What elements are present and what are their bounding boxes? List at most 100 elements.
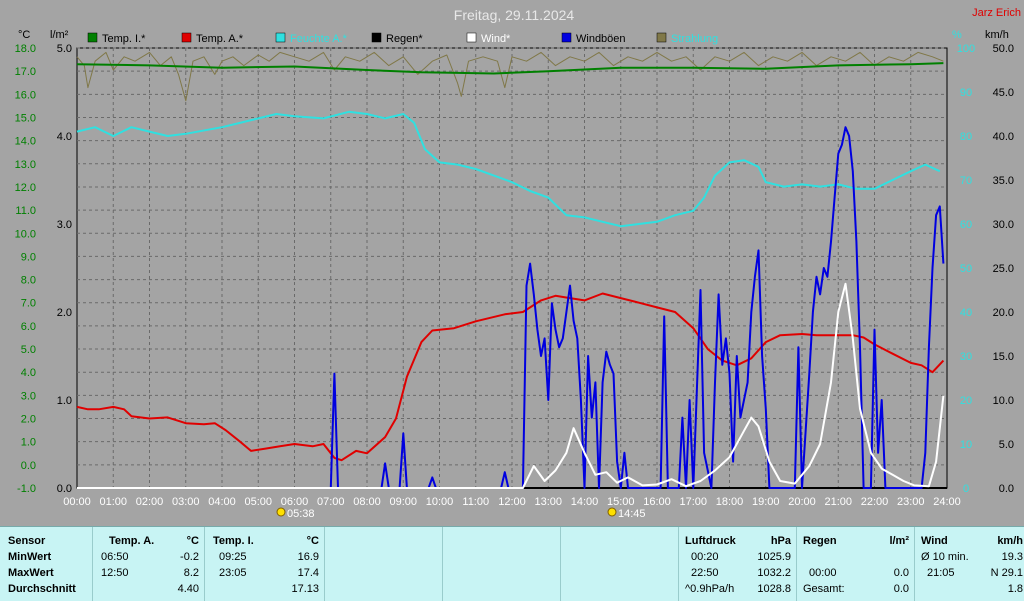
rain-tick-label: 5.0	[57, 43, 72, 55]
time-tick-label: 08:00	[353, 496, 381, 508]
time-tick-label: 17:00	[679, 496, 707, 508]
legend: Temp. I.* Temp. A.* Feuchte A.* Regen* Wind*…	[87, 32, 718, 45]
sunset-icon	[607, 507, 617, 517]
rain-tick-label: 2.0	[57, 307, 72, 319]
sunrise-icon	[276, 507, 286, 517]
temp-tick-label: 9.0	[21, 251, 36, 263]
humidity-tick-label: 80	[960, 131, 972, 143]
time-tick-label: 06:00	[281, 496, 309, 508]
wind-tick-label: 50.0	[993, 43, 1014, 55]
temp-tick-label: 16.0	[15, 89, 36, 101]
temp-tick-label: 4.0	[21, 367, 36, 379]
wind-tick-label: 40.0	[993, 131, 1014, 143]
temp-tick-label: 12.0	[15, 182, 36, 194]
time-tick-label: 21:00	[824, 496, 852, 508]
legend-swatch	[87, 32, 98, 43]
humidity-tick-label: 90	[960, 87, 972, 99]
rain-total: 0.0	[893, 583, 909, 595]
temp-tick-label: 6.0	[21, 321, 36, 333]
temp-a-unit: °C	[186, 535, 199, 547]
temp-i-header: Temp. I.	[213, 535, 254, 547]
temp-tick-label: 7.0	[21, 298, 36, 310]
humidity-tick-label: 10	[960, 439, 972, 451]
pressure-header: Luftdruck	[685, 535, 736, 547]
temp-axis-unit: °C	[18, 29, 30, 41]
wind-avg10-label: Ø 10 min.	[921, 551, 969, 563]
legend-swatch	[371, 32, 382, 43]
legend-label: Wind*	[481, 33, 511, 45]
time-tick-label: 24:00	[933, 496, 961, 508]
wind-column: Wind km/h Ø 10 min. 19.3 21:05 N 29.1 1.…	[914, 527, 1024, 601]
time-tick-label: 22:00	[861, 496, 889, 508]
humidity-tick-label: 40	[960, 307, 972, 319]
pressure-unit: hPa	[770, 535, 791, 547]
empty-column-1	[324, 527, 443, 601]
legend-swatch	[656, 32, 667, 43]
time-tick-label: 12:00	[498, 496, 526, 508]
pressure-max-time: 22:50	[691, 567, 719, 579]
temp-tick-label: 5.0	[21, 344, 36, 356]
time-tick-label: 03:00	[172, 496, 200, 508]
temp-tick-label: 15.0	[15, 112, 36, 124]
humidity-axis-unit: %	[952, 29, 962, 41]
temp-a-max-time: 12:50	[101, 567, 129, 579]
temp-i-avg: 17.13	[291, 583, 319, 595]
sensor-column: Sensor MinWert MaxWert Durchschnitt	[0, 527, 92, 601]
temp-i-max-time: 23:05	[219, 567, 247, 579]
legend-label: Windböen	[576, 33, 626, 45]
wind-max: N 29.1	[990, 567, 1023, 579]
time-tick-label: 05:00	[244, 496, 272, 508]
temp-tick-label: 8.0	[21, 275, 36, 287]
time-tick-label: 18:00	[716, 496, 744, 508]
time-tick-label: 19:00	[752, 496, 780, 508]
rain-tick-label: 3.0	[57, 219, 72, 231]
temp-tick-label: 10.0	[15, 228, 36, 240]
rain-max: 0.0	[893, 567, 909, 579]
humidity-tick-label: 30	[960, 351, 972, 363]
time-tick-label: 16:00	[643, 496, 671, 508]
time-tick-label: 00:00	[63, 496, 91, 508]
rain-column: Regen l/m² 00:00 0.0 Gesamt: 0.0	[796, 527, 915, 601]
temp-tick-label: 18.0	[15, 43, 36, 55]
wind-unit: km/h	[997, 535, 1023, 547]
wind-tick-label: 5.0	[999, 439, 1014, 451]
temp-a-column: Temp. A. °C 06:50 -0.2 12:50 8.2 4.40	[92, 527, 205, 601]
legend-swatch	[181, 32, 192, 43]
humidity-tick-label: 70	[960, 175, 972, 187]
temp-tick-label: 2.0	[21, 414, 36, 426]
wind-max-time: 21:05	[927, 567, 955, 579]
row-label-avg: Durchschnitt	[8, 583, 76, 595]
time-tick-label: 14:00	[571, 496, 599, 508]
humidity-tick-label: 0	[963, 483, 969, 495]
empty-column-3	[560, 527, 679, 601]
temp-i-max: 17.4	[297, 567, 319, 579]
empty-column-2	[442, 527, 561, 601]
temp-a-max: 8.2	[183, 567, 199, 579]
temp-a-avg: 4.40	[177, 583, 199, 595]
humidity-tick-label: 20	[960, 395, 972, 407]
temp-tick-label: 13.0	[15, 159, 36, 171]
sunrise-time: 05:38	[287, 508, 315, 520]
rain-unit: l/m²	[889, 535, 909, 547]
legend-label: Temp. I.*	[102, 33, 146, 45]
temp-tick-label: 11.0	[15, 205, 36, 217]
time-tick-label: 10:00	[426, 496, 454, 508]
temp-tick-label: 1.0	[21, 437, 36, 449]
time-tick-label: 07:00	[317, 496, 345, 508]
legend-label: Regen*	[386, 33, 423, 45]
statistics-panel: Sensor MinWert MaxWert Durchschnitt Temp…	[0, 526, 1024, 601]
temp-tick-label: 3.0	[21, 390, 36, 402]
pressure-max: 1032.2	[757, 567, 791, 579]
time-tick-label: 02:00	[136, 496, 164, 508]
pressure-column: Luftdruck hPa 00:20 1025.9 22:50 1032.2 …	[678, 527, 797, 601]
time-tick-label: 15:00	[607, 496, 635, 508]
temp-tick-label: 17.0	[15, 66, 36, 78]
wind-avg10: 19.3	[1001, 551, 1023, 563]
wind-tick-label: 35.0	[993, 175, 1014, 187]
wind-tick-label: 20.0	[993, 307, 1014, 319]
pressure-avg: 1028.8	[757, 583, 791, 595]
humidity-tick-label: 60	[960, 219, 972, 231]
pressure-min: 1025.9	[757, 551, 791, 563]
legend-label: Feuchte A.*	[290, 33, 348, 45]
time-tick-label: 13:00	[534, 496, 562, 508]
